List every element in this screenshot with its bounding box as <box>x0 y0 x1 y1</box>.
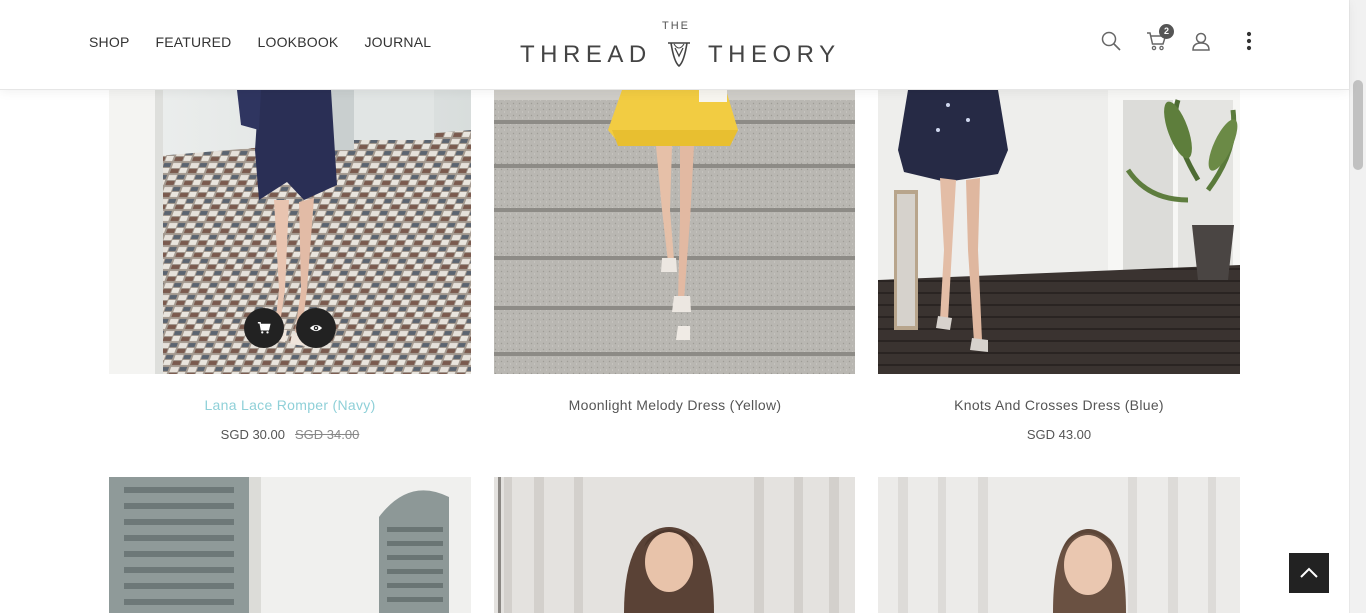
product-price: SGD 30.00 SGD 34.00 <box>109 427 471 442</box>
chevron-up-icon <box>1300 567 1318 578</box>
add-to-cart-button[interactable] <box>244 308 284 348</box>
product-photo <box>494 90 855 374</box>
nav-featured[interactable]: FEATURED <box>155 34 231 50</box>
logo-right-word: THEORY <box>708 41 841 68</box>
quick-view-button[interactable] <box>296 308 336 348</box>
product-photo <box>878 477 1240 613</box>
search-button[interactable] <box>1100 30 1124 54</box>
nav-shop[interactable]: SHOP <box>89 34 129 50</box>
scrollbar-thumb[interactable] <box>1353 80 1363 170</box>
nav-lookbook[interactable]: LOOKBOOK <box>258 34 339 50</box>
site-header: SHOP FEATURED LOOKBOOK JOURNAL THE THREA… <box>0 0 1349 90</box>
product-photo <box>109 90 471 374</box>
product-image[interactable] <box>109 477 471 613</box>
cart-icon <box>257 322 271 334</box>
product-image-lana-lace-romper[interactable] <box>109 90 471 374</box>
original-price: SGD 34.00 <box>295 427 360 442</box>
sale-price: SGD 30.00 <box>220 427 285 442</box>
search-icon <box>1101 31 1121 51</box>
more-menu-button[interactable] <box>1238 30 1262 54</box>
sale-price: SGD 43.00 <box>1026 427 1092 442</box>
site-logo[interactable]: THE THREAD THEORY <box>520 18 835 70</box>
product-photo <box>878 90 1240 374</box>
logo-left-word: THREAD <box>520 41 652 68</box>
product-name-link[interactable]: Knots And Crosses Dress (Blue) <box>878 397 1240 413</box>
user-icon <box>1192 32 1210 51</box>
product-image[interactable] <box>878 477 1240 613</box>
product-photo <box>494 477 855 613</box>
product-image-moonlight-melody-dress[interactable] <box>494 90 855 374</box>
product-image-knots-and-crosses-dress[interactable] <box>878 90 1240 374</box>
header-actions: 2 <box>1100 24 1282 54</box>
page-scrollbar[interactable] <box>1349 0 1366 613</box>
product-name-link[interactable]: Moonlight Melody Dress (Yellow) <box>494 397 856 413</box>
back-to-top-button[interactable] <box>1289 553 1329 593</box>
logo-mark-icon <box>668 42 690 68</box>
kebab-menu-icon <box>1246 31 1252 51</box>
logo-top-text: THE <box>662 20 690 32</box>
account-button[interactable] <box>1190 30 1214 54</box>
product-listing-page: Lana Lace Romper (Navy) SGD 30.00 SGD 34.… <box>0 0 1366 613</box>
cart-button[interactable]: 2 <box>1146 24 1174 54</box>
main-nav: SHOP FEATURED LOOKBOOK JOURNAL <box>89 34 457 50</box>
nav-journal[interactable]: JOURNAL <box>364 34 431 50</box>
product-photo <box>109 477 471 613</box>
product-name-link[interactable]: Lana Lace Romper (Navy) <box>109 397 471 413</box>
cart-count-badge: 2 <box>1159 24 1174 39</box>
product-image[interactable] <box>494 477 855 613</box>
eye-icon <box>309 324 323 332</box>
product-price: SGD 43.00 <box>878 427 1240 442</box>
